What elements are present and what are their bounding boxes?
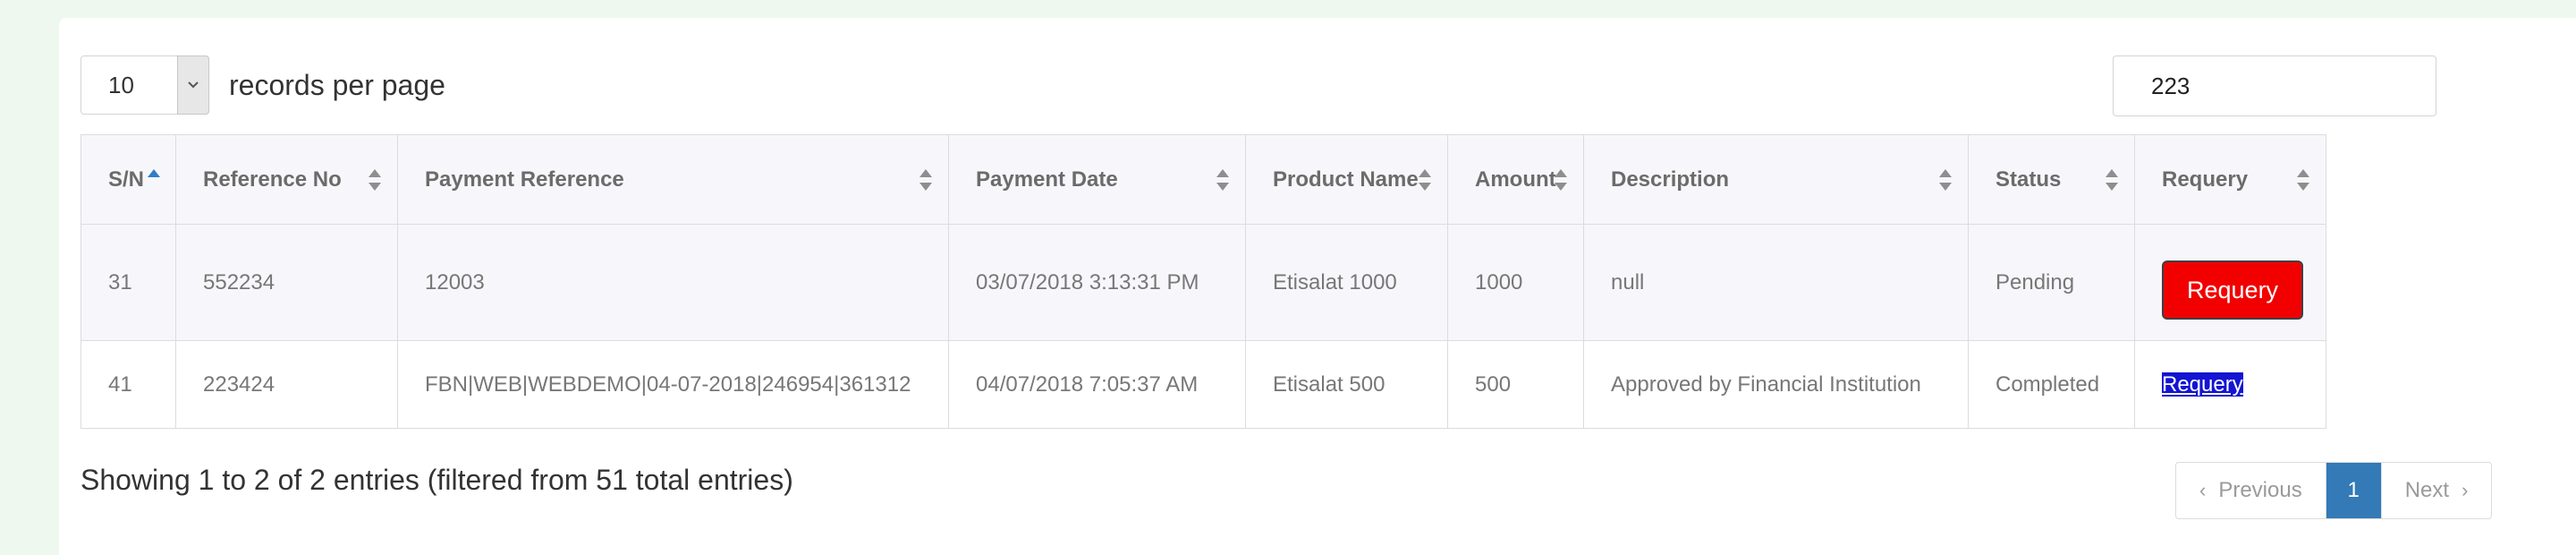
sort-icon <box>2297 168 2309 191</box>
records-per-page-select[interactable]: 10 <box>80 56 209 115</box>
cell-payment-date: 04/07/2018 7:05:37 AM <box>948 340 1246 429</box>
cell-sn: 41 <box>80 340 176 429</box>
sort-icon <box>1216 168 1229 191</box>
cell-product-name: Etisalat 1000 <box>1245 224 1448 341</box>
table-row: 31 552234 12003 03/07/2018 3:13:31 PM Et… <box>80 224 2326 341</box>
cell-requery: Requery <box>2134 340 2326 429</box>
search-input[interactable] <box>2113 56 2436 116</box>
cell-payment-reference: 12003 <box>397 224 949 341</box>
chevron-left-icon: ‹ <box>2199 479 2207 501</box>
previous-label: Previous <box>2218 478 2302 502</box>
cell-amount: 500 <box>1447 340 1584 429</box>
pagination: ‹ Previous 1 Next › <box>2175 462 2493 519</box>
table-header-row: S/N Reference No Payment Reference Payme… <box>80 134 2326 225</box>
records-per-page-label: records per page <box>229 69 445 101</box>
column-header-product-name[interactable]: Product Name <box>1245 134 1448 225</box>
table-info: Showing 1 to 2 of 2 entries (filtered fr… <box>80 464 793 496</box>
requery-link[interactable]: Requery <box>2162 371 2243 397</box>
previous-page-button[interactable]: ‹ Previous <box>2176 463 2326 518</box>
column-header-status[interactable]: Status <box>1968 134 2135 225</box>
column-header-reference-no[interactable]: Reference No <box>175 134 398 225</box>
column-header-amount[interactable]: Amount <box>1447 134 1584 225</box>
sort-icon <box>1939 168 1952 191</box>
cell-status: Pending <box>1968 224 2135 341</box>
cell-sn: 31 <box>80 224 176 341</box>
cell-reference-no: 223424 <box>175 340 398 429</box>
cell-description: Approved by Financial Institution <box>1583 340 1969 429</box>
column-header-sn[interactable]: S/N <box>80 134 176 225</box>
sort-icon <box>369 168 381 191</box>
chevron-down-icon[interactable] <box>177 56 209 115</box>
chevron-right-icon: › <box>2462 479 2469 501</box>
page-1-button[interactable]: 1 <box>2326 463 2382 518</box>
cell-description: null <box>1583 224 1969 341</box>
requery-button[interactable]: Requery <box>2162 260 2304 320</box>
cell-payment-reference: FBN|WEB|WEBDEMO|04-07-2018|246954|361312 <box>397 340 949 429</box>
records-per-page-value: 10 <box>108 72 134 98</box>
sort-icon <box>1419 168 1431 191</box>
payments-table: S/N Reference No Payment Reference Payme… <box>80 134 2326 429</box>
cell-payment-date: 03/07/2018 3:13:31 PM <box>948 224 1246 341</box>
sort-asc-icon <box>148 168 160 191</box>
table-row: 41 223424 FBN|WEB|WEBDEMO|04-07-2018|246… <box>80 340 2326 429</box>
next-label: Next <box>2404 478 2450 502</box>
cell-product-name: Etisalat 500 <box>1245 340 1448 429</box>
next-page-button[interactable]: Next › <box>2382 463 2492 518</box>
cell-status: Completed <box>1968 340 2135 429</box>
column-header-payment-reference[interactable]: Payment Reference <box>397 134 949 225</box>
sort-icon <box>1555 168 1567 191</box>
column-header-description[interactable]: Description <box>1583 134 1969 225</box>
column-header-requery[interactable]: Requery <box>2134 134 2326 225</box>
sort-icon <box>2106 168 2118 191</box>
cell-requery: Requery <box>2134 224 2326 341</box>
cell-reference-no: 552234 <box>175 224 398 341</box>
column-header-payment-date[interactable]: Payment Date <box>948 134 1246 225</box>
cell-amount: 1000 <box>1447 224 1584 341</box>
sort-icon <box>919 168 932 191</box>
